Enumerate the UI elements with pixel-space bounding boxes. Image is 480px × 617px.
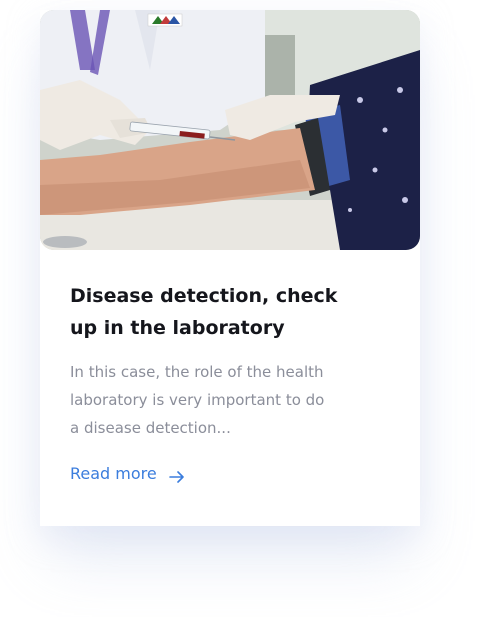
arrow-right-icon <box>168 468 185 483</box>
lab-photo-illustration <box>40 10 420 250</box>
read-more-link[interactable]: Read more <box>70 464 185 483</box>
card-title[interactable]: Disease detection, check up in the labor… <box>70 280 350 344</box>
card-content: Disease detection, check up in the labor… <box>70 280 390 483</box>
card-excerpt: In this case, the role of the health lab… <box>70 363 325 437</box>
card-image <box>40 10 420 250</box>
read-more-label: Read more <box>70 464 157 483</box>
blog-card: Disease detection, check up in the labor… <box>40 10 420 526</box>
